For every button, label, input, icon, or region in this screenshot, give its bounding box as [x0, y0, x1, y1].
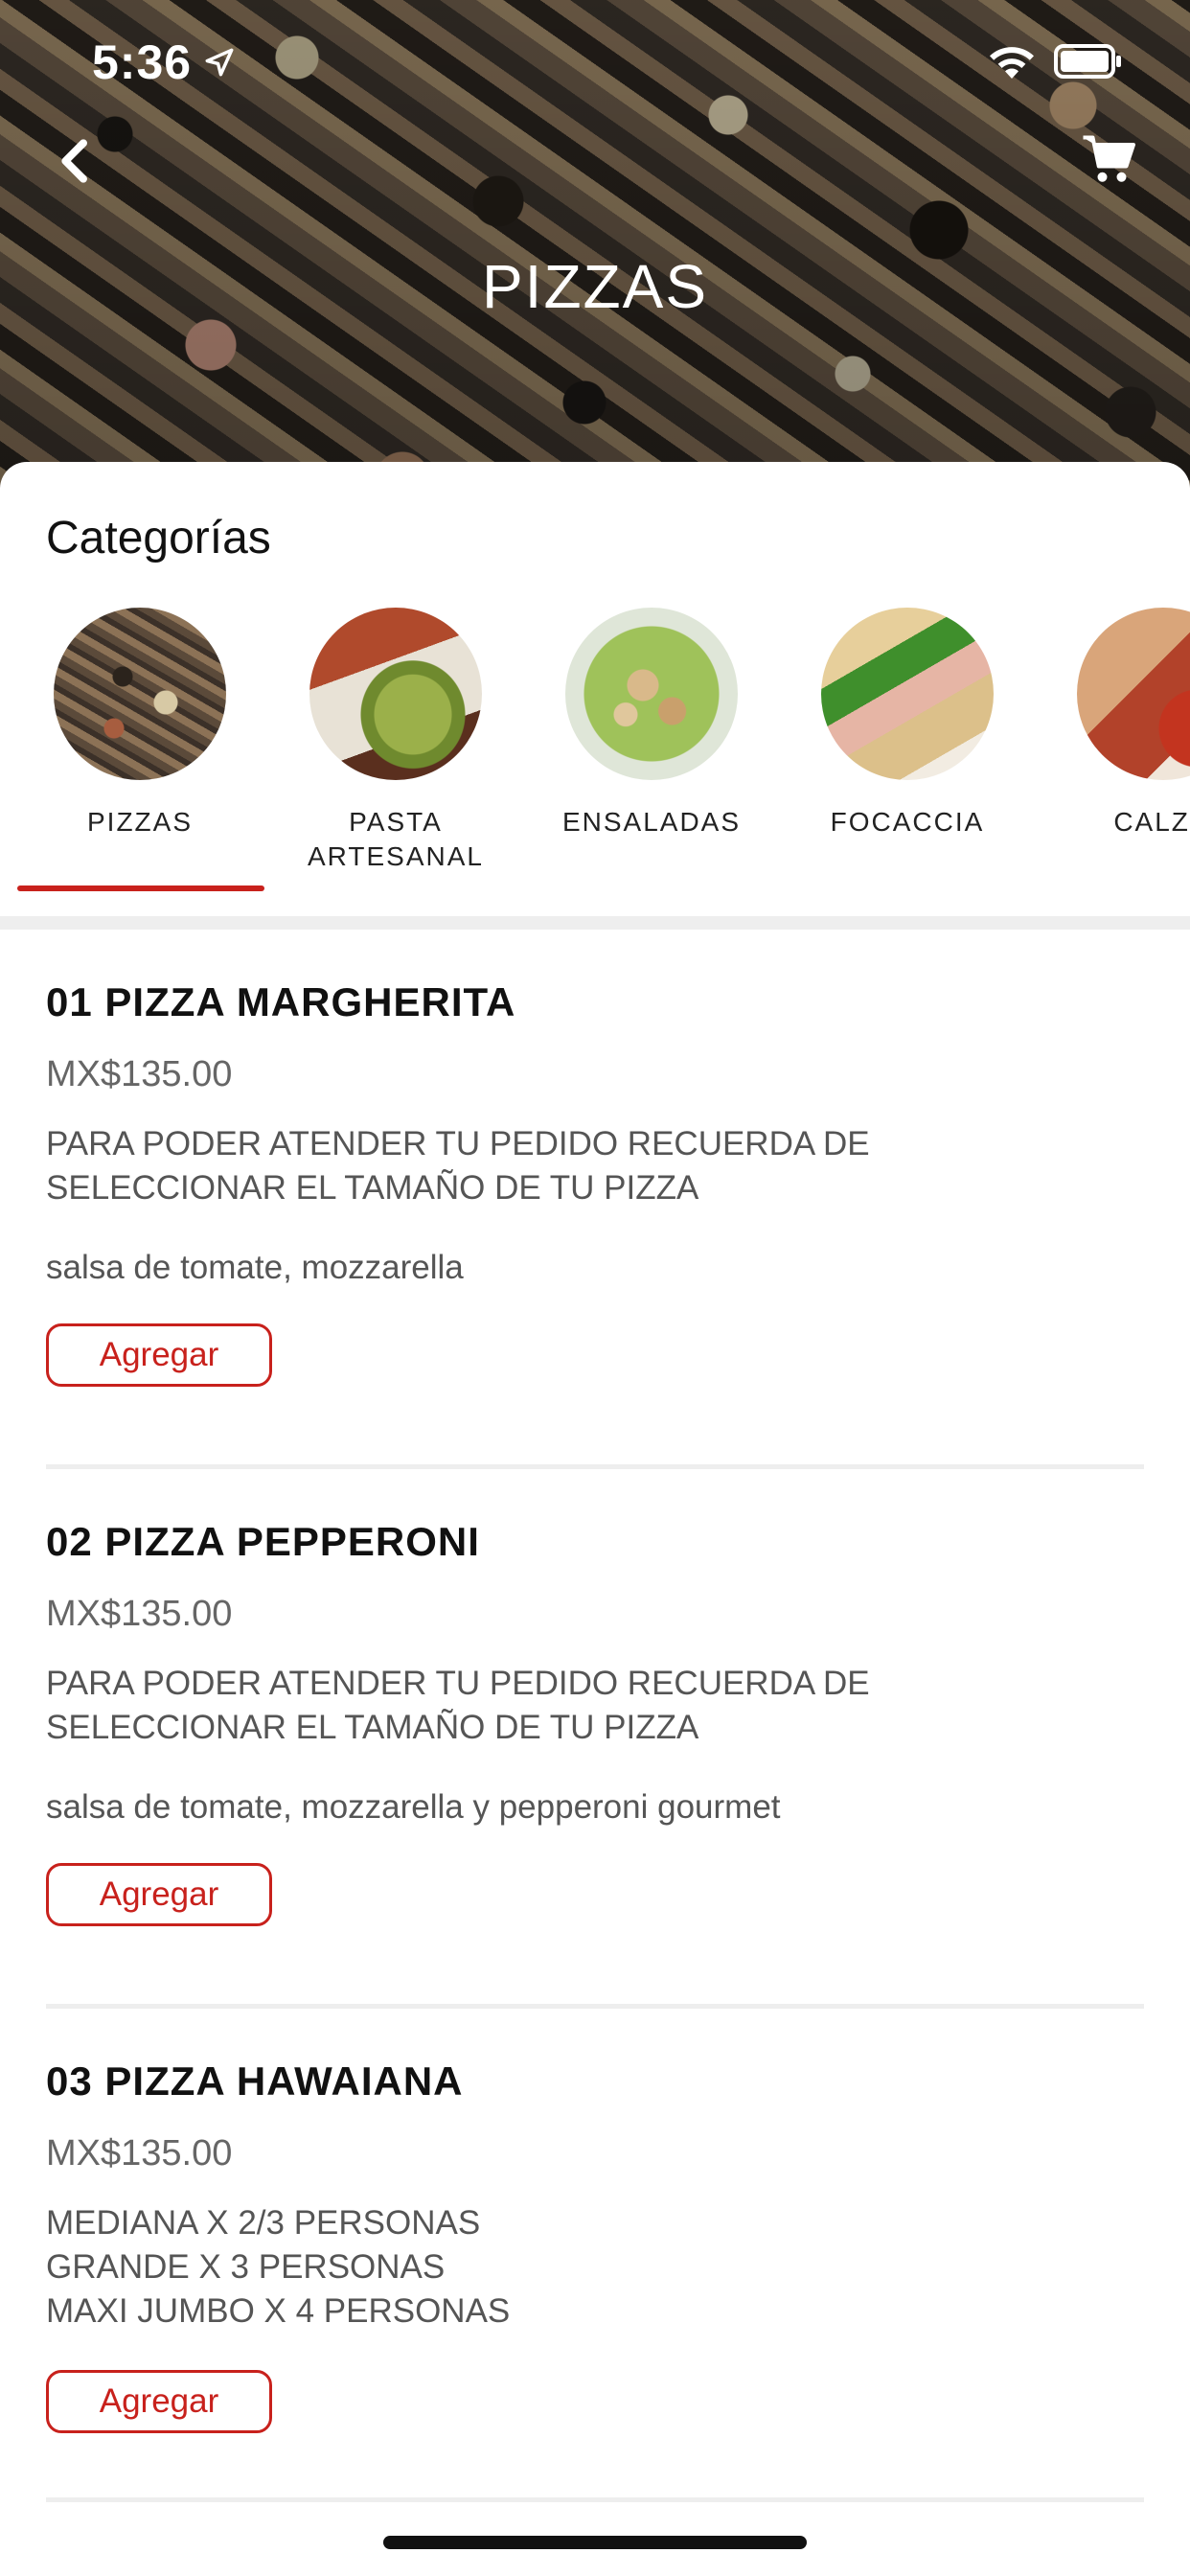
category-pizzas[interactable]: PIZZAS	[25, 608, 255, 840]
location-arrow-icon	[205, 48, 234, 77]
product-name: 01 PIZZA MARGHERITA	[46, 979, 516, 1024]
category-label: ENSALADAS	[561, 807, 742, 837]
add-button[interactable]: Agregar	[46, 2370, 272, 2433]
product-divider	[46, 1464, 1144, 1469]
product-divider	[46, 2004, 1144, 2009]
category-label: CALZO	[1113, 807, 1190, 837]
back-button[interactable]	[50, 134, 103, 188]
calzone-photo	[1077, 608, 1190, 780]
product-ingredients: salsa de tomate, mozzarella	[46, 1249, 464, 1286]
categories-carousel[interactable]: PIZZAS PASTA ARTESANAL ENSALADAS FOCACCI…	[0, 608, 1190, 914]
wifi-icon	[990, 47, 1034, 79]
page-title: PIZZAS	[481, 252, 709, 321]
product-item: 03 PIZZA HAWAIANA MX$135.00 MEDIANA X 2/…	[46, 2058, 1144, 2433]
selected-category-indicator	[17, 886, 264, 891]
product-item: 02 PIZZA PEPPERONI MX$135.00 PARA PODER …	[46, 1519, 1144, 1926]
product-name: 03 PIZZA HAWAIANA	[46, 2058, 464, 2104]
pizza-photo	[54, 608, 226, 780]
category-label: PIZZAS	[86, 807, 193, 837]
category-pasta-artesanal[interactable]: PASTA ARTESANAL	[281, 608, 511, 874]
category-label: PASTA ARTESANAL	[308, 807, 484, 871]
product-note: PARA PODER ATENDER TU PEDIDO RECUERDA DE…	[46, 1125, 870, 1207]
section-divider	[0, 916, 1190, 930]
product-price: MX$135.00	[46, 1054, 233, 1094]
product-divider	[46, 2497, 1144, 2502]
status-bar: 5:36	[0, 0, 1190, 125]
pasta-photo	[309, 608, 482, 780]
product-note: PARA PODER ATENDER TU PEDIDO RECUERDA DE…	[46, 1665, 870, 1746]
add-button[interactable]: Agregar	[46, 1323, 272, 1387]
sandwich-photo	[821, 608, 994, 780]
cart-icon[interactable]	[1081, 130, 1138, 188]
product-note: MEDIANA X 2/3 PERSONAS GRANDE X 3 PERSON…	[46, 2204, 511, 2330]
home-indicator	[383, 2536, 807, 2549]
battery-icon	[1054, 44, 1121, 79]
categories-heading: Categorías	[46, 513, 271, 564]
category-calzone[interactable]: CALZO	[1048, 608, 1190, 840]
product-price: MX$135.00	[46, 1594, 233, 1634]
category-focaccia[interactable]: FOCACCIA	[792, 608, 1022, 840]
category-label: FOCACCIA	[830, 807, 985, 837]
salad-photo	[565, 608, 738, 780]
add-button[interactable]: Agregar	[46, 1863, 272, 1926]
category-ensaladas[interactable]: ENSALADAS	[537, 608, 767, 840]
status-time: 5:36	[92, 35, 193, 89]
product-price: MX$135.00	[46, 2133, 233, 2174]
content-sheet: Categorías PIZZAS PASTA ARTESANAL ENSALA…	[0, 462, 1190, 2576]
product-item: 01 PIZZA MARGHERITA MX$135.00 PARA PODER…	[46, 979, 1144, 1387]
product-name: 02 PIZZA PEPPERONI	[46, 1519, 480, 1564]
product-ingredients: salsa de tomate, mozzarella y pepperoni …	[46, 1788, 781, 1826]
